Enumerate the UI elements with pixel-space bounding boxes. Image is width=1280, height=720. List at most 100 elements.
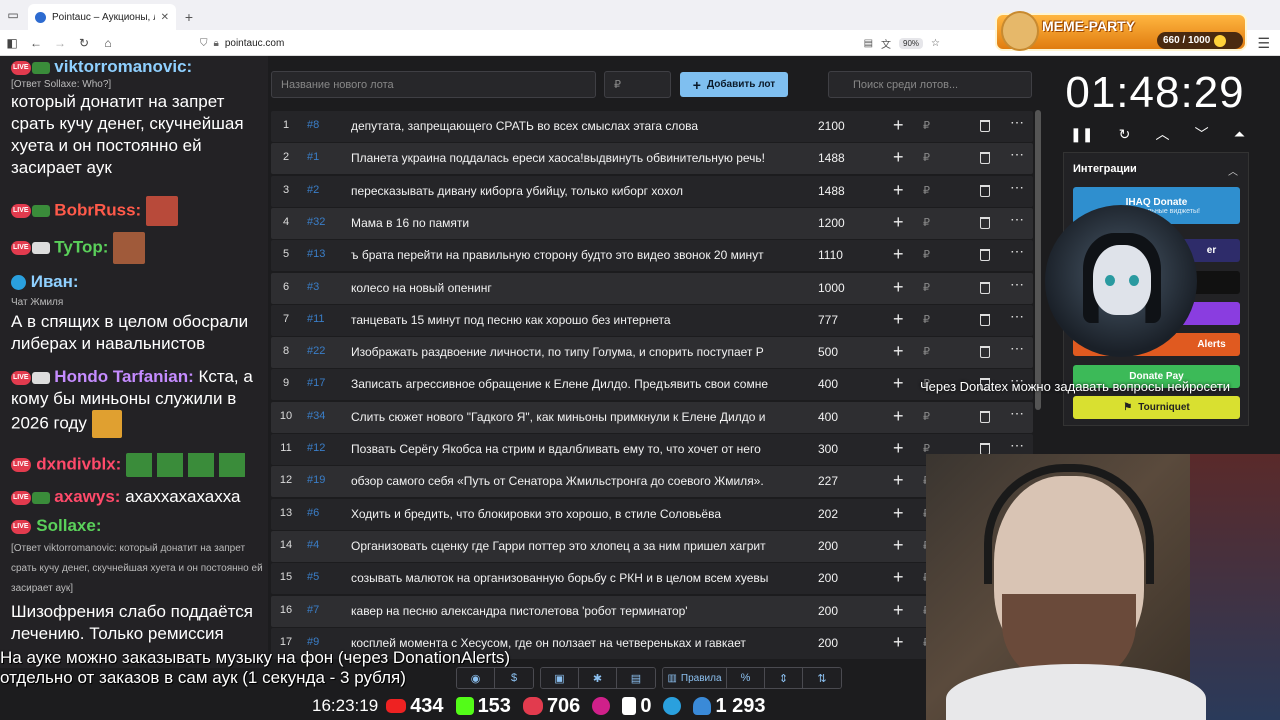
plus-icon[interactable]: + [893, 308, 904, 330]
more-icon[interactable]: ⋯ [1010, 340, 1024, 357]
lot-title[interactable]: Записать агрессивное обращение к Елене Д… [351, 377, 789, 391]
more-icon[interactable]: ⋯ [1010, 211, 1024, 228]
bookmark-star-icon[interactable]: ☆ [931, 38, 940, 49]
trash-icon[interactable] [980, 346, 990, 359]
lot-amount[interactable]: 400 [818, 410, 838, 424]
lot-amount[interactable]: 1000 [818, 281, 845, 295]
plus-icon[interactable]: + [893, 243, 904, 265]
plus-icon[interactable]: + [893, 146, 904, 168]
rules-button[interactable]: ▥ Правила [663, 668, 727, 688]
translate-icon[interactable]: 文 [881, 36, 891, 51]
lot-title[interactable]: Слить сюжет нового "Гадкого Я", как минь… [351, 410, 789, 424]
trash-icon[interactable] [980, 249, 990, 262]
lot-amount[interactable]: 2100 [818, 119, 845, 133]
plus-icon[interactable]: + [893, 276, 904, 298]
plus-icon[interactable]: + [893, 372, 904, 394]
plus-icon[interactable]: + [893, 566, 904, 588]
lot-title[interactable]: ъ брата перейти на правильную сторону бу… [351, 248, 789, 262]
lot-title[interactable]: Планета украина поддалась ереси хаоса!вы… [351, 151, 789, 165]
lot-amount[interactable]: 200 [818, 539, 838, 553]
lot-title[interactable]: депутата, запрещающего СРАТЬ во всех смы… [351, 119, 789, 133]
ruble-icon[interactable]: ₽ [923, 216, 930, 229]
lot-title[interactable]: колесо на новый опенинг [351, 281, 789, 295]
lot-title[interactable]: Организовать сценку где Гарри поттер это… [351, 539, 789, 553]
plus-icon[interactable]: + [893, 340, 904, 362]
lot-row[interactable]: 13 #6 Ходить и бредить, что блокировки это… [271, 498, 1033, 530]
trash-icon[interactable] [980, 313, 990, 326]
lot-row[interactable]: 12 #19 обзор самого себя «Путь от Сенатора… [271, 466, 1033, 498]
lot-row[interactable]: 8 #22 Изображать раздвоение личности, по т… [271, 337, 1033, 369]
trash-icon[interactable] [980, 120, 990, 132]
ruble-icon[interactable]: ₽ [923, 410, 930, 423]
more-icon[interactable]: ⋯ [1010, 114, 1024, 131]
split-icon[interactable]: ⇕ [765, 668, 803, 688]
lot-row[interactable]: 2 #1 Планета украина поддалась ереси хаоса… [271, 143, 1033, 175]
ruble-icon[interactable]: ₽ [923, 119, 930, 132]
sort-icon[interactable]: ⇅ [803, 668, 841, 688]
ruble-icon[interactable]: ₽ [923, 248, 930, 261]
lot-title[interactable]: созывать малюток на организованную борьб… [351, 571, 789, 585]
lot-title[interactable]: Позвать Серёгу Якобса на стрим и вдалбли… [351, 442, 789, 456]
table-scrollbar[interactable] [1035, 110, 1041, 410]
plus-icon[interactable]: + [893, 405, 904, 427]
plus-icon[interactable]: + [893, 631, 904, 653]
lot-amount[interactable]: 1200 [818, 216, 845, 230]
new-tab-icon[interactable]: + [176, 4, 202, 30]
trash-icon[interactable] [980, 216, 990, 229]
reload-icon[interactable]: ↻ [72, 31, 96, 55]
reset-icon[interactable]: ↻ [1119, 126, 1131, 143]
plus-icon[interactable]: + [893, 114, 904, 136]
lot-amount[interactable]: 500 [818, 345, 838, 359]
lot-row[interactable]: 7 #11 танцевать 15 минут под песню как хор… [271, 304, 1033, 336]
lot-amount[interactable]: 777 [818, 313, 838, 327]
bug-icon[interactable]: ✱ [579, 668, 617, 688]
ruble-icon[interactable]: ₽ [923, 184, 930, 197]
lot-row[interactable]: 15 #5 созывать малюток на организованную б… [271, 563, 1033, 595]
trash-icon[interactable] [980, 152, 990, 165]
chevron-down-icon[interactable]: ﹀ [1195, 124, 1209, 144]
plus-icon[interactable]: + [893, 502, 904, 524]
double-chevron-up-icon[interactable]: ⏶ [1234, 126, 1245, 143]
more-icon[interactable]: ⋯ [1010, 276, 1024, 293]
lot-amount[interactable]: 300 [818, 442, 838, 456]
lot-row[interactable]: 4 #32 Мама в 16 по памяти 1200 + ₽ ⋯ [271, 207, 1033, 239]
chevron-up-icon[interactable]: ︿ [1155, 124, 1169, 144]
lot-title[interactable]: танцевать 15 минут под песню как хорошо … [351, 313, 789, 327]
lot-title[interactable]: кавер на песню александра пистолетова 'р… [351, 604, 789, 618]
percent-icon[interactable]: % [727, 668, 765, 688]
lot-amount-input[interactable] [604, 71, 671, 98]
plus-icon[interactable]: + [893, 534, 904, 556]
lot-amount[interactable]: 200 [818, 604, 838, 618]
ruble-icon[interactable]: ₽ [923, 345, 930, 358]
ruble-icon[interactable]: ₽ [923, 281, 930, 294]
lot-amount[interactable]: 202 [818, 507, 838, 521]
lot-search-input[interactable] [828, 71, 1032, 98]
trash-icon[interactable] [980, 281, 990, 294]
plus-icon[interactable]: + [893, 179, 904, 201]
lot-amount[interactable]: 1110 [818, 248, 843, 262]
browser-tab[interactable]: Pointauc – Аукционы, лотереи ✕ [28, 4, 176, 30]
lot-name-input[interactable] [271, 71, 596, 98]
reader-icon[interactable]: ▤ [864, 38, 873, 49]
lot-amount[interactable]: 200 [818, 636, 838, 650]
more-icon[interactable]: ⋯ [1010, 308, 1024, 325]
lot-row[interactable]: 6 #3 колесо на новый опенинг 1000 + ₽ ⋯ [271, 272, 1033, 304]
zoom-level[interactable]: 90% [899, 37, 924, 49]
plus-icon[interactable]: + [893, 599, 904, 621]
chevron-up-icon[interactable]: ︿ [1228, 163, 1238, 178]
more-icon[interactable]: ⋯ [1010, 437, 1024, 454]
sidebar-toggle-icon[interactable]: ◧ [0, 31, 24, 55]
lot-title[interactable]: Ходить и бредить, что блокировки это хор… [351, 507, 789, 521]
lot-title[interactable]: обзор самого себя «Путь от Сенатора Жмил… [351, 474, 789, 488]
back-icon[interactable]: ← [24, 31, 48, 55]
lot-row[interactable]: 14 #4 Организовать сценку где Гарри поттер… [271, 530, 1033, 562]
forward-icon[interactable]: → [48, 31, 72, 55]
home-icon[interactable]: ⌂ [96, 31, 120, 55]
github-icon[interactable]: ◉ [457, 668, 495, 688]
more-icon[interactable]: ⋯ [1010, 146, 1024, 163]
lot-amount[interactable]: 227 [818, 474, 838, 488]
menu-icon[interactable]: ☰ [1257, 35, 1270, 52]
lot-amount[interactable]: 1488 [818, 184, 845, 198]
ruble-icon[interactable]: ₽ [923, 313, 930, 326]
lot-row[interactable]: 16 #7 кавер на песню александра пистолетов… [271, 595, 1033, 627]
